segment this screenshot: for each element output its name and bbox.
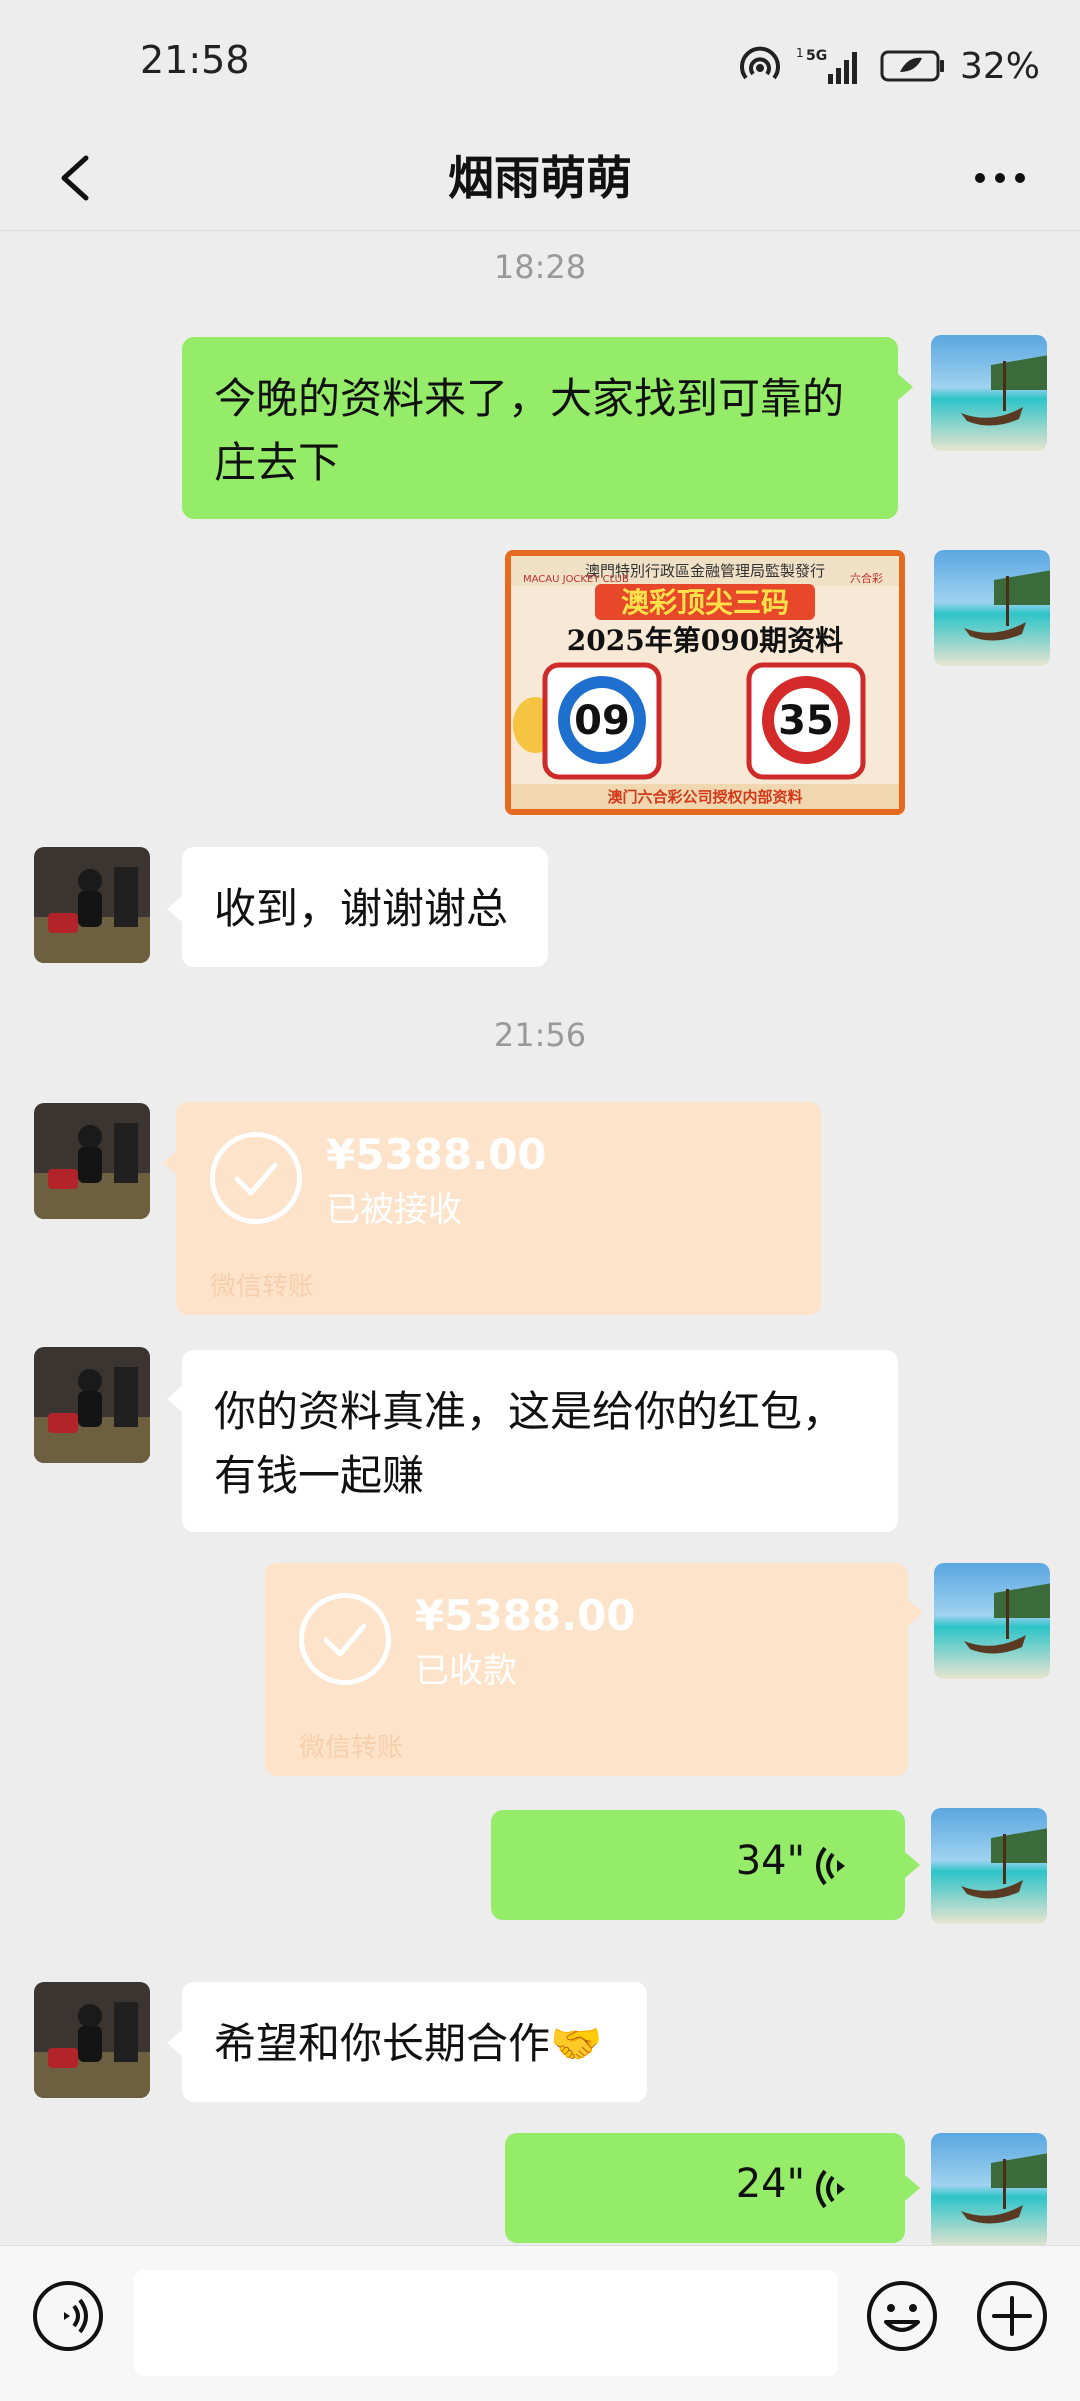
voice-duration: 24" [735, 2161, 805, 2207]
person-photo-image [34, 1103, 150, 1219]
bubble-tail [167, 2030, 182, 2056]
poster-bottom-line: 澳门六合彩公司授权内部资料 [607, 788, 802, 806]
status-icons: 1 5G 32% [738, 40, 1040, 92]
check-circle-icon [210, 1132, 302, 1224]
chat-header: 烟雨萌萌 [0, 130, 1080, 231]
person-photo-image [34, 1347, 150, 1463]
transfer-status: 已被接收 [326, 1190, 462, 1230]
bubble-tail [898, 374, 913, 400]
poster-logo: 六合彩 [850, 571, 883, 585]
transfer-amount: ¥5388.00 [415, 1591, 636, 1640]
my-avatar[interactable] [931, 335, 1047, 451]
clock: 21:58 [140, 38, 250, 82]
message-input[interactable] [134, 2270, 838, 2376]
message-bubble-received[interactable]: 收到，谢谢谢总 [182, 847, 548, 967]
check-circle-icon [299, 1593, 391, 1685]
transfer-status: 已收款 [415, 1651, 517, 1691]
poster-ball-1: 09 [574, 698, 630, 744]
beach-boat-image [934, 550, 1050, 666]
bubble-tail [905, 2175, 920, 2201]
voice-duration: 34" [735, 1838, 805, 1884]
bubble-tail [167, 1386, 182, 1412]
beach-boat-image [931, 335, 1047, 451]
timestamp: 18:28 [493, 248, 587, 286]
contact-avatar[interactable] [34, 847, 150, 963]
timestamp: 21:56 [493, 1016, 587, 1054]
plus-icon[interactable] [974, 2278, 1050, 2354]
input-bar [0, 2245, 1080, 2401]
poster-brand: 澳彩顶尖三码 [621, 586, 789, 619]
transfer-card-received[interactable]: ¥5388.00 已被接收 微信转账 [176, 1102, 821, 1315]
voice-message-sent[interactable]: 34" [491, 1810, 905, 1920]
my-avatar[interactable] [931, 2133, 1047, 2249]
bubble-tail [908, 1600, 923, 1626]
contact-avatar[interactable] [34, 1982, 150, 2098]
contact-avatar[interactable] [34, 1347, 150, 1463]
more-options-icon[interactable] [950, 138, 1050, 218]
beach-boat-image [931, 2133, 1047, 2249]
battery-percent: 32% [959, 45, 1040, 87]
beach-boat-image [934, 1563, 1050, 1679]
voice-input-icon[interactable] [30, 2278, 106, 2354]
message-bubble-received[interactable]: 希望和你长期合作🤝 [182, 1982, 647, 2102]
my-avatar[interactable] [934, 550, 1050, 666]
bubble-tail [905, 1852, 920, 1878]
voice-wave-icon [816, 1846, 845, 1886]
voice-message-sent[interactable]: 24" [505, 2133, 905, 2243]
poster-period: 2025年第090期资料 [567, 624, 843, 657]
person-photo-image [34, 847, 150, 963]
contact-avatar[interactable] [34, 1103, 150, 1219]
transfer-label: 微信转账 [299, 1733, 404, 1763]
lottery-poster-image[interactable]: 澳門特別行政區金融管理局監製發行 澳彩顶尖三码 2025年第090期资料 MAC… [505, 550, 905, 815]
bubble-tail [167, 896, 182, 922]
my-avatar[interactable] [931, 1808, 1047, 1924]
signal-icon: 1 5G [796, 46, 857, 84]
status-bar: 21:58 1 5G 32% [0, 0, 1080, 130]
emoji-icon[interactable] [864, 2278, 940, 2354]
transfer-card-sent[interactable]: ¥5388.00 已收款 微信转账 [265, 1563, 908, 1776]
poster-club: MACAU JOCKEY CLUB [523, 574, 629, 585]
message-bubble-sent[interactable]: 今晚的资料来了，大家找到可靠的庄去下 [182, 337, 898, 519]
transfer-label: 微信转账 [210, 1272, 315, 1302]
chat-title: 烟雨萌萌 [448, 151, 632, 205]
voice-wave-icon [816, 2169, 845, 2209]
hotspot-icon [740, 46, 780, 80]
beach-boat-image [931, 1808, 1047, 1924]
message-bubble-received[interactable]: 你的资料真准，这是给你的红包，有钱一起赚 [182, 1350, 898, 1532]
transfer-amount: ¥5388.00 [326, 1130, 547, 1179]
svg-text:1: 1 [796, 46, 804, 60]
battery-icon [880, 50, 944, 82]
poster-ball-2: 35 [778, 698, 834, 744]
person-photo-image [34, 1982, 150, 2098]
svg-text:5G: 5G [806, 48, 827, 64]
my-avatar[interactable] [934, 1563, 1050, 1679]
